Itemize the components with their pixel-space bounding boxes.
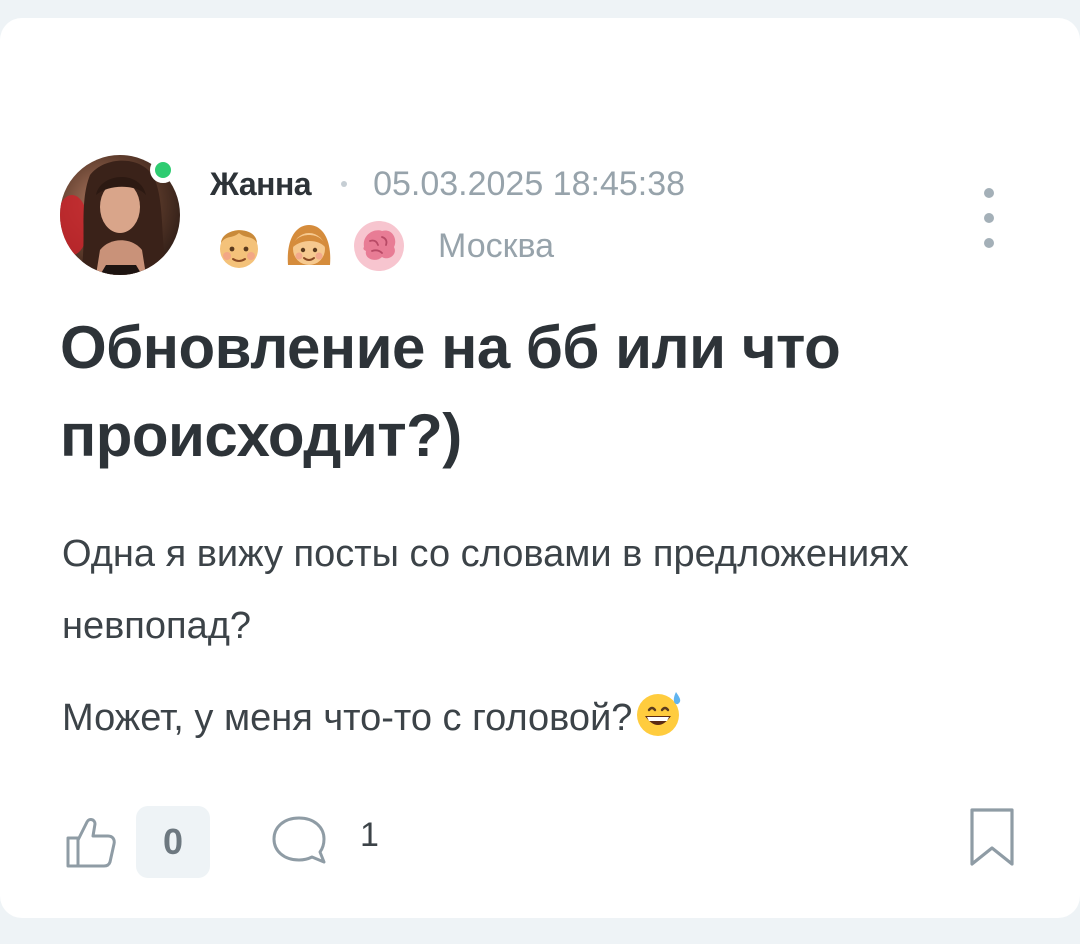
comment-count: 1 (360, 816, 379, 854)
more-dot (984, 238, 994, 248)
post-title[interactable]: Обновление на бб или что происходит?) (60, 304, 1020, 480)
grinning-sweat-emoji-icon (637, 692, 681, 736)
more-dot (984, 188, 994, 198)
post-paragraph: Одна я вижу посты со словами в предложен… (62, 533, 909, 647)
author-name[interactable]: Жанна (210, 166, 312, 203)
comment-bubble-icon[interactable] (268, 810, 330, 872)
post-card: Жанна 05.03.2025 18:45:38 Москва Обновле… (0, 18, 1080, 918)
bookmark-icon[interactable] (964, 806, 1020, 870)
author-avatar-wrapper[interactable] (60, 155, 180, 275)
more-dot (984, 213, 994, 223)
boy-face-emoji-icon[interactable] (212, 219, 266, 273)
separator-dot (341, 181, 348, 187)
girl-face-emoji-icon[interactable] (282, 219, 336, 273)
thumbs-up-icon[interactable] (60, 812, 120, 872)
brain-emoji-icon[interactable] (352, 219, 406, 273)
post-body: Одна я вижу посты со словами в предложен… (62, 518, 1022, 754)
post-actions-bar: 0 1 (60, 804, 1020, 878)
more-options-icon[interactable] (972, 188, 1006, 248)
online-status-indicator (150, 157, 176, 183)
author-location: Москва (438, 226, 555, 265)
post-paragraph-text: Может, у меня что-то с головой? (62, 697, 633, 739)
author-badges-row: Москва (212, 218, 554, 274)
post-paragraph-2: Может, у меня что-то с головой? (62, 682, 1022, 754)
post-date: 05.03.2025 18:45:38 (373, 164, 686, 203)
author-meta-row: Жанна 05.03.2025 18:45:38 (210, 164, 685, 204)
like-count[interactable]: 0 (136, 806, 210, 878)
